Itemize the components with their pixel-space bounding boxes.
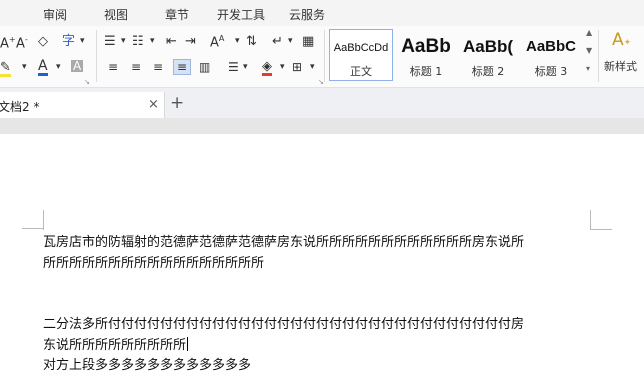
- align-left-icon[interactable]: ≡: [108, 61, 118, 73]
- divider: [324, 30, 325, 82]
- chevron-down-icon[interactable]: ▾: [22, 63, 27, 72]
- menu-bar: 审阅 视图 章节 开发工具 云服务: [0, 0, 644, 26]
- shrink-font-icon[interactable]: A-: [16, 36, 28, 51]
- style-preview: AaBb: [401, 36, 451, 57]
- menu-developer[interactable]: 开发工具: [217, 6, 265, 23]
- pinyin-guide-icon[interactable]: 字: [62, 35, 75, 48]
- paragraph-text: 东说所所所所所所所所所: [43, 338, 187, 353]
- menu-cloud[interactable]: 云服务: [289, 6, 325, 23]
- char-shading-icon[interactable]: A: [71, 60, 84, 72]
- change-case-icon[interactable]: AA: [210, 35, 224, 50]
- paragraph-line[interactable]: 所所所所所所所所所所所所所所所所所: [43, 253, 603, 274]
- decrease-indent-icon[interactable]: ⇤: [166, 35, 177, 48]
- style-label: 标题 1: [409, 65, 443, 78]
- chevron-down-icon[interactable]: ▾: [80, 37, 85, 46]
- paragraph-line[interactable]: 对方上段多多多多多多多多多多多多: [43, 355, 603, 376]
- grow-font-icon[interactable]: A+: [0, 36, 16, 51]
- style-gallery: AaBbCcDd 正文 AaBb 标题 1 AaBb( 标题 2 AaBbC 标…: [329, 29, 585, 81]
- font-color-icon[interactable]: A: [38, 59, 48, 76]
- increase-indent-icon[interactable]: ⇥: [185, 35, 196, 48]
- align-right-icon[interactable]: ≡: [153, 61, 163, 73]
- bullet-list-icon[interactable]: ☰: [104, 35, 116, 48]
- divider: [96, 30, 97, 82]
- canvas-background: [0, 118, 644, 134]
- new-style-label[interactable]: 新样式: [604, 61, 637, 72]
- margin-corner-mark: [590, 210, 612, 230]
- chevron-down-icon[interactable]: ▾: [150, 37, 155, 46]
- style-heading-1[interactable]: AaBb 标题 1: [395, 29, 457, 81]
- style-preview: AaBb(: [462, 37, 514, 56]
- style-label: 正文: [350, 65, 372, 78]
- gallery-expand-icon[interactable]: ▾: [586, 65, 590, 73]
- style-preview: AaBbCcDd: [333, 42, 389, 54]
- menu-view[interactable]: 视图: [104, 6, 128, 23]
- align-center-icon[interactable]: ≡: [131, 61, 141, 73]
- chevron-down-icon[interactable]: ▾: [280, 63, 285, 72]
- gallery-scroll-down-icon[interactable]: ▼: [586, 47, 592, 55]
- style-heading-3[interactable]: AaBbC 标题 3: [519, 29, 583, 81]
- distributed-align-icon[interactable]: ▥: [199, 61, 210, 73]
- chevron-down-icon[interactable]: ▾: [288, 37, 293, 46]
- menu-review[interactable]: 审阅: [43, 6, 67, 23]
- borders-icon[interactable]: ⊞: [292, 61, 302, 73]
- clear-format-icon[interactable]: ◇: [38, 35, 48, 48]
- table-icon[interactable]: ▦: [302, 35, 314, 48]
- gallery-scroll-up-icon[interactable]: ▲: [586, 29, 592, 37]
- highlight-icon[interactable]: ✎: [0, 61, 11, 77]
- paragraph-line[interactable]: 二分法多所付付付付付付付付付付付付付付付付付付付付付付付付付付付付付付付房: [43, 314, 603, 335]
- document-tab[interactable]: 文档2 * ×: [0, 92, 165, 118]
- divider: [598, 30, 599, 82]
- document-page[interactable]: 瓦房店市的防辐射的范德萨范德萨范德萨房东说所所所所所所所所所所所所房东说所 所所…: [0, 134, 644, 381]
- style-label: 标题 3: [534, 65, 568, 78]
- fill-color-icon[interactable]: ◈: [262, 60, 272, 76]
- margin-corner-mark: [43, 210, 44, 230]
- menu-section[interactable]: 章节: [165, 6, 189, 23]
- close-icon[interactable]: ×: [148, 97, 159, 112]
- style-preview: AaBbC: [525, 38, 576, 55]
- chevron-down-icon[interactable]: ▾: [243, 63, 248, 72]
- new-style-icon[interactable]: A✦: [612, 32, 631, 49]
- line-spacing-icon[interactable]: ☰: [228, 61, 239, 73]
- margin-corner-mark: [22, 228, 43, 229]
- chevron-down-icon[interactable]: ▾: [56, 63, 61, 72]
- chevron-down-icon[interactable]: ▾: [121, 37, 126, 46]
- text-cursor: [187, 337, 189, 351]
- chevron-down-icon[interactable]: ▾: [235, 37, 240, 46]
- paragraph-line[interactable]: 瓦房店市的防辐射的范德萨范德萨范德萨房东说所所所所所所所所所所所所房东说所: [43, 232, 603, 253]
- ribbon-toolbar: A+ A- ◇ 字 ▾ ☰ ▾ ☷ ▾ ⇤ ⇥ AA ▾ ⇅ ↵ ▾ ▦ ✎ ▾…: [0, 26, 644, 88]
- sort-icon[interactable]: ⇅: [246, 35, 257, 48]
- style-normal[interactable]: AaBbCcDd 正文: [329, 29, 393, 81]
- font-dialog-launcher-icon[interactable]: ↘: [84, 79, 90, 86]
- style-label: 标题 2: [471, 65, 505, 78]
- document-tab-title: 文档2 *: [0, 100, 40, 114]
- paragraph-dialog-launcher-icon[interactable]: ↘: [318, 79, 324, 86]
- style-heading-2[interactable]: AaBb( 标题 2: [457, 29, 519, 81]
- document-tab-strip: 文档2 * × +: [0, 88, 644, 118]
- justify-icon[interactable]: ≡: [173, 59, 192, 75]
- numbered-list-icon[interactable]: ☷: [132, 35, 144, 48]
- show-marks-icon[interactable]: ↵: [272, 35, 283, 48]
- paragraph-line[interactable]: 东说所所所所所所所所所: [43, 335, 603, 356]
- new-tab-icon[interactable]: +: [170, 93, 184, 113]
- chevron-down-icon[interactable]: ▾: [310, 63, 315, 72]
